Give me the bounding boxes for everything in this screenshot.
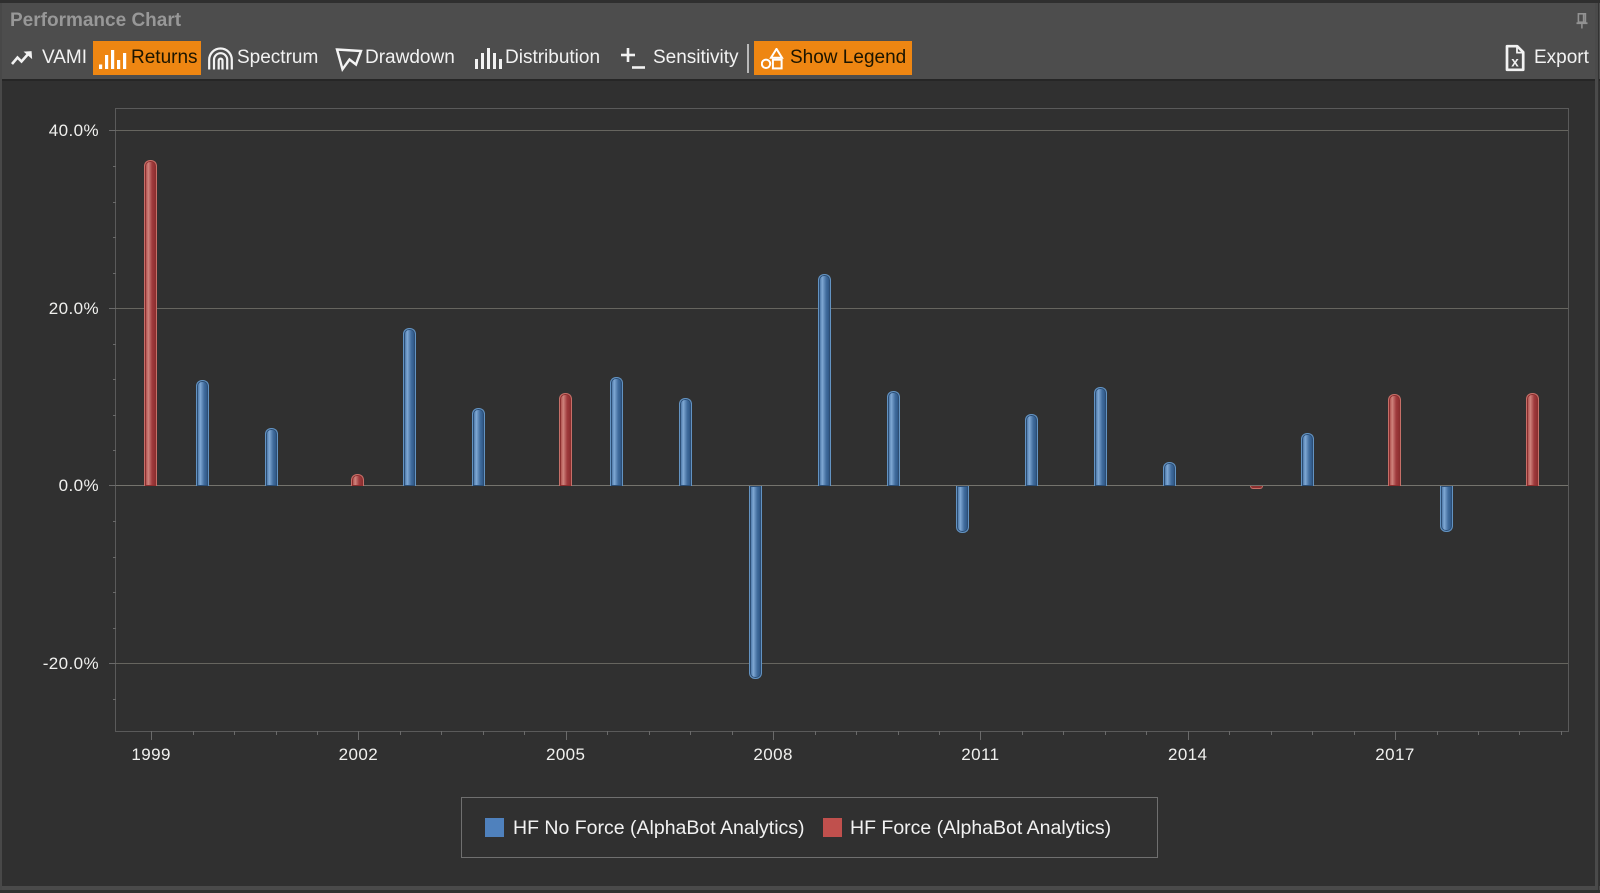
svg-text:x: x [1511,55,1519,70]
